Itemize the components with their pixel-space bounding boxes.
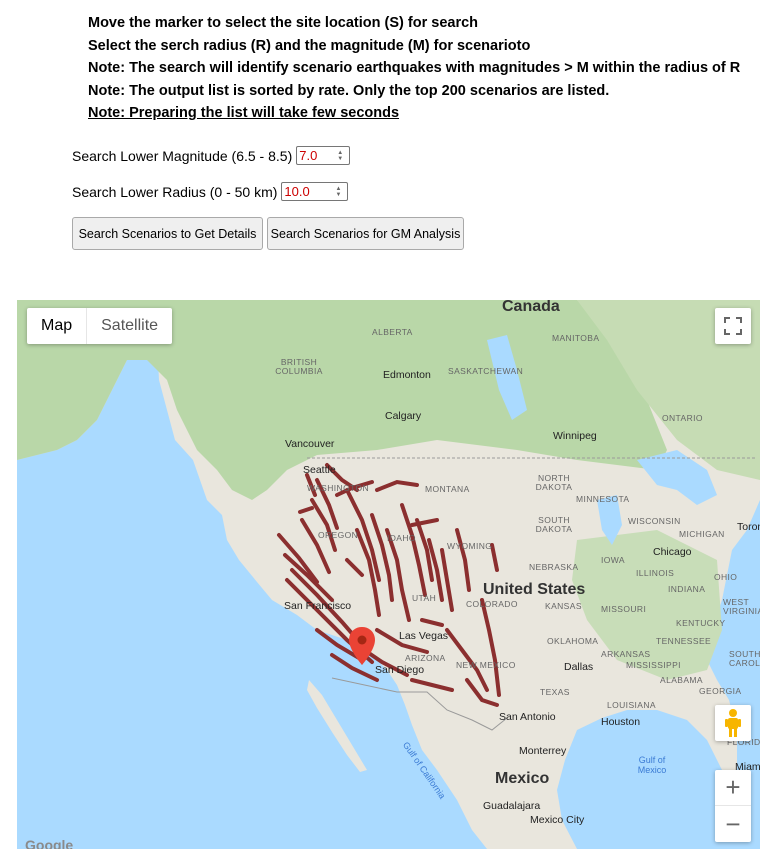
map-label-city: Mexico City [530,814,585,826]
map-label-city: Houston [601,716,641,728]
map-label-city: San Antonio [499,711,556,723]
map-label-city: Chicago [653,546,692,558]
map-label-state: TENNESSEE [656,636,712,646]
map-label-state: INDIANA [668,584,706,594]
map-label-state: OKLAHOMA [547,636,599,646]
map-label-state: TEXAS [540,687,570,697]
zoom-control: + − [715,770,751,842]
map-label-city: Las Vegas [399,630,449,642]
zoom-out-button[interactable]: − [715,806,751,842]
map-label-state: SOUTH DAKOTA [535,515,573,534]
map-label-state: MANITOBA [552,333,600,343]
map[interactable]: Canada United States Mexico Edmonton Cal… [17,300,760,849]
google-logo: Google [25,837,74,849]
map-label-state: BRITISH COLUMBIA [275,357,323,376]
map-label-state: NEBRASKA [529,562,579,572]
map-label-country: United States [483,581,586,598]
map-label-state: IDAHO [387,533,416,543]
instructions-list: Move the marker to select the site locat… [88,12,771,125]
search-details-button[interactable]: Search Scenarios to Get Details [72,217,263,250]
map-label-state: ALABAMA [660,675,703,685]
map-label-city: Monterrey [519,745,567,757]
instruction-item: Note: The search will identify scenario … [88,57,771,80]
map-label-city: Vancouver [285,438,335,450]
map-label-state: ILLINOIS [636,568,675,578]
radius-label: Search Lower Radius (0 - 50 km) [72,183,278,200]
radius-value: 10.0 [284,184,310,199]
map-label-state: MINNESOTA [576,494,630,504]
map-label-state: WISCONSIN [628,516,681,526]
map-label-city: San Diego [375,664,425,676]
map-pin-icon[interactable] [349,627,375,665]
map-label-city: San Francisco [284,600,352,612]
map-label-city: Guadalajara [483,800,541,812]
map-label-state: KANSAS [545,601,582,611]
map-label-state: LOUISIANA [607,700,656,710]
map-label-city: Toronto [737,521,760,533]
map-label-state: ONTARIO [662,413,703,423]
map-label-state: ARIZONA [405,653,446,663]
map-label-city: Calgary [385,410,422,422]
map-label-country: Canada [502,300,560,315]
magnitude-value: 7.0 [299,148,318,163]
fullscreen-icon [724,317,742,335]
map-label-state: COLORADO [466,599,518,609]
map-label-state: MISSOURI [601,604,647,614]
map-label-state: IOWA [601,555,625,565]
magnitude-row: Search Lower Magnitude (6.5 - 8.5) 7.0 ▲… [72,146,351,165]
magnitude-input[interactable]: 7.0 ▲ ▼ [296,146,351,165]
street-view-pegman-button[interactable] [715,705,751,741]
map-label-state: OHIO [714,572,738,582]
spinner-icon[interactable]: ▲ ▼ [331,184,345,199]
map-label-state: NEW MEXICO [456,660,516,670]
map-label-state: SOUTH CAROLINA [729,649,760,668]
map-type-satellite-button[interactable]: Satellite [86,308,172,344]
magnitude-label: Search Lower Magnitude (6.5 - 8.5) [72,147,293,164]
map-label-state: ARKANSAS [601,649,651,659]
map-type-map-button[interactable]: Map [27,308,86,344]
map-label-state: KENTUCKY [676,618,726,628]
map-label-state: WASHINGTON [307,483,370,493]
search-gm-button[interactable]: Search Scenarios for GM Analysis [267,217,464,250]
instruction-note-underlined: Note: Preparing the list will take few s… [88,105,400,121]
spinner-icon[interactable]: ▲ ▼ [333,148,347,163]
map-label-state: UTAH [412,593,437,603]
map-label-city: Edmonton [383,369,431,381]
map-label-state: OREGON [318,530,359,540]
map-label-state: NORTH DAKOTA [535,473,573,492]
map-label-state: MISSISSIPPI [626,660,681,670]
map-label-state: MONTANA [425,484,470,494]
map-type-control: Map Satellite [27,308,173,344]
map-label-state: MICHIGAN [679,529,725,539]
map-label-state: ALBERTA [372,327,413,337]
radius-input[interactable]: 10.0 ▲ ▼ [281,182,349,201]
map-label-country: Mexico [495,770,550,787]
instruction-item: Move the marker to select the site locat… [88,12,771,35]
street-view-pegman-icon [725,709,741,737]
fullscreen-button[interactable] [715,308,751,344]
map-label-city: Dallas [564,661,594,673]
radius-row: Search Lower Radius (0 - 50 km) 10.0 ▲ ▼ [72,182,349,201]
instruction-item: Note: The output list is sorted by rate.… [88,80,771,103]
map-label-water: Gulf of Mexico [637,755,667,775]
map-label-state: SASKATCHEWAN [448,366,524,376]
map-label-state: WEST VIRGINIA [723,597,760,616]
map-label-state: GEORGIA [699,686,742,696]
instruction-item: Select the serch radius (R) and the magn… [88,35,771,58]
map-label-city: Seattle [303,464,336,476]
instruction-item: Note: Preparing the list will take few s… [88,102,771,125]
map-label-city: Winnipeg [553,430,597,442]
zoom-in-button[interactable]: + [715,770,751,806]
map-label-state: WYOMING [447,541,493,551]
